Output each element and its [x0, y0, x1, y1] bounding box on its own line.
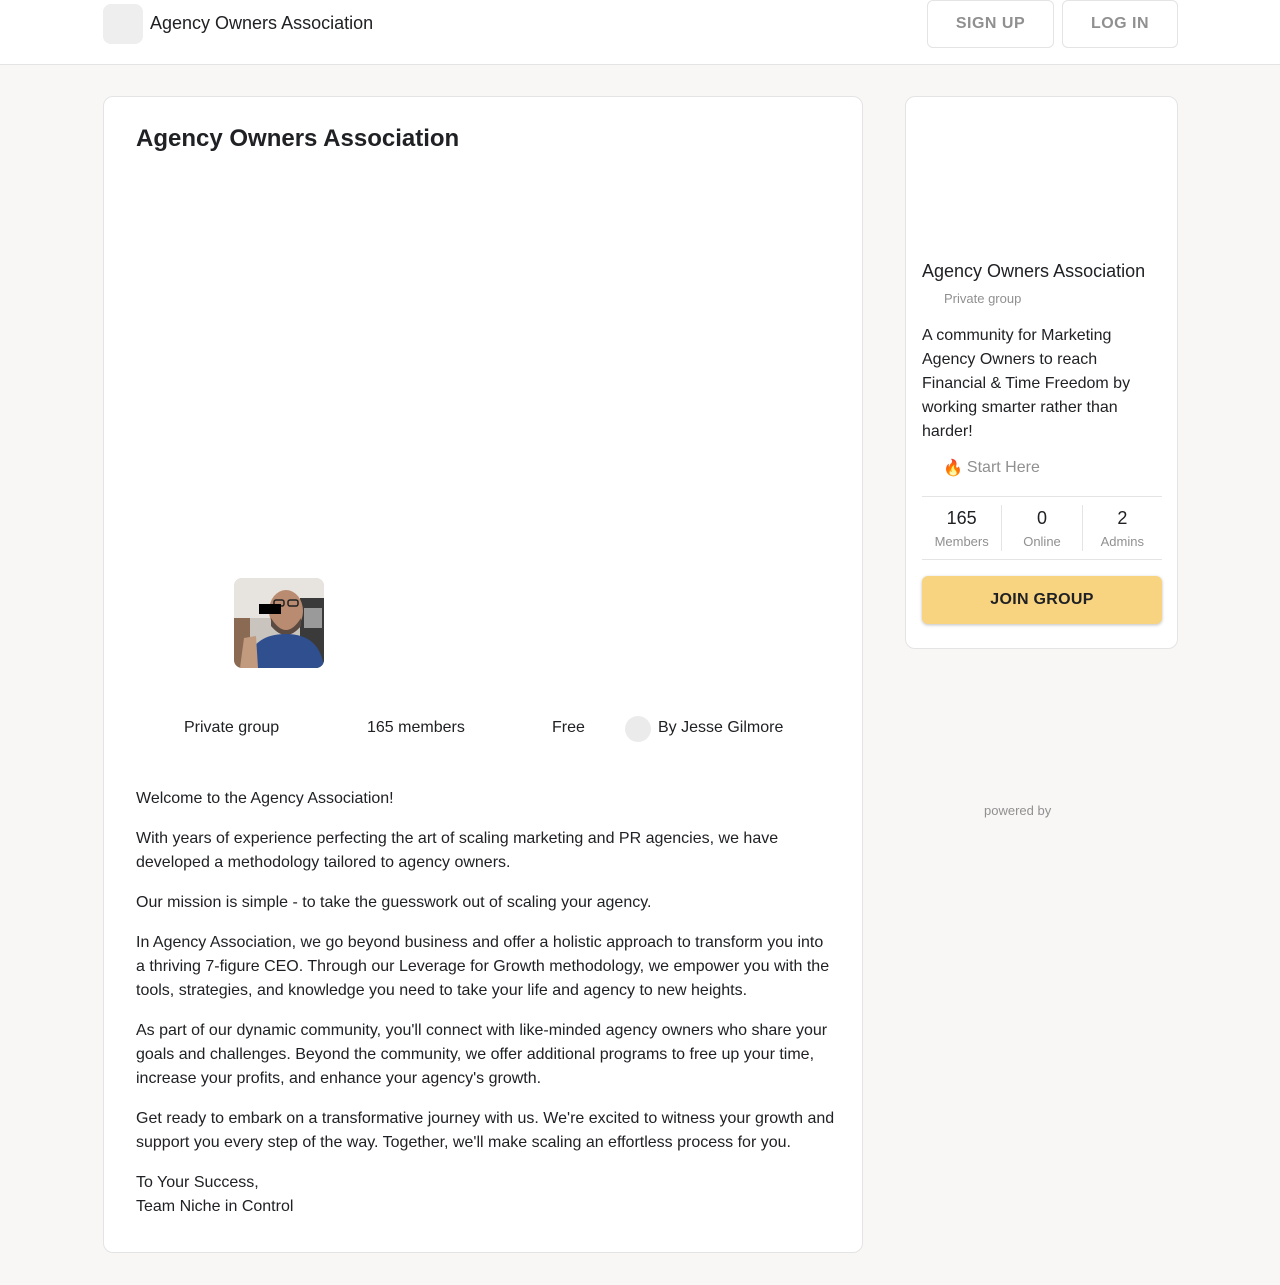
sign-up-button[interactable]: SIGN UP	[927, 0, 1054, 48]
stat-label: Admins	[1100, 533, 1144, 549]
brand-name[interactable]: Agency Owners Association	[150, 13, 373, 34]
video-thumbnail[interactable]	[234, 578, 324, 668]
sidebar-group-name: Agency Owners Association	[922, 261, 1146, 281]
about-card: Agency Owners Association Private group …	[103, 96, 863, 1253]
stat-value: 165	[946, 507, 977, 528]
group-description: Welcome to the Agency Association! With …	[136, 787, 836, 1219]
fire-icon: 🔥	[943, 460, 963, 477]
description-paragraph: As part of our dynamic community, you'll…	[136, 1022, 828, 1087]
description-paragraph: With years of experience perfecting the …	[136, 830, 779, 871]
log-in-button[interactable]: LOG IN	[1062, 0, 1178, 48]
members-meta: 165 members	[367, 719, 465, 736]
presenter-thumbnail-image	[234, 578, 324, 668]
stat-label: Online	[1023, 533, 1061, 549]
page-title: Agency Owners Association	[136, 125, 460, 152]
stat-online: 0 Online	[1001, 505, 1081, 551]
sidebar-description: A community for Marketing Agency Owners …	[922, 327, 1131, 440]
stat-members: 165 Members	[922, 505, 1001, 551]
stat-admins: 2 Admins	[1081, 505, 1162, 551]
description-paragraph: Get ready to embark on a transformative …	[136, 1110, 835, 1151]
group-stats: 165 Members 0 Online 2 Admins	[922, 496, 1162, 560]
group-logo[interactable]	[103, 4, 143, 44]
sidebar-privacy: Private group	[944, 291, 1022, 306]
description-paragraph: Welcome to the Agency Association!	[136, 790, 394, 807]
group-sidebar-card: Agency Owners Association Private group …	[905, 96, 1178, 649]
powered-by-text[interactable]: powered by	[984, 803, 1051, 818]
start-here-label: Start Here	[966, 459, 1040, 476]
owner-meta[interactable]: By Jesse Gilmore	[658, 719, 783, 737]
description-paragraph: Our mission is simple - to take the gues…	[136, 894, 652, 911]
privacy-meta: Private group	[184, 719, 280, 736]
stat-value: 2	[1117, 507, 1128, 528]
join-group-button[interactable]: JOIN GROUP	[922, 576, 1162, 624]
signoff-team: Team Niche in Control	[136, 1198, 294, 1215]
price-meta: Free	[552, 719, 585, 736]
description-paragraph: In Agency Association, we go beyond busi…	[136, 934, 830, 999]
stat-value: 0	[1036, 507, 1047, 528]
start-here-link[interactable]: 🔥 Start Here	[943, 458, 1040, 478]
stat-label: Members	[934, 533, 989, 549]
owner-avatar	[625, 716, 651, 742]
top-bar: Agency Owners Association SIGN UP LOG IN	[0, 0, 1280, 65]
signoff-line: To Your Success,	[136, 1174, 259, 1191]
